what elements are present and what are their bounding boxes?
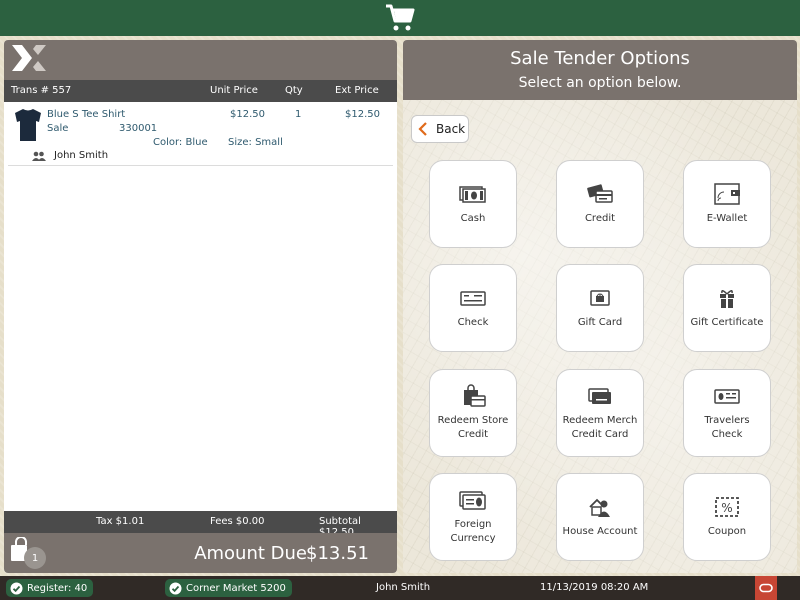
tender-label: Cash [460,213,486,224]
transaction-header [4,40,397,80]
tender-options-panel: Sale Tender Options Select an option bel… [403,40,797,573]
store-credit-icon [464,384,486,407]
tax-total: Tax $1.01 [96,516,145,527]
back-label: Back [436,122,466,136]
tender-gift-certificate-button[interactable]: Gift Certificate [683,264,771,352]
label-line: Currency [450,533,496,544]
item-unit-price: $12.50 [230,109,265,120]
tender-credit-button[interactable]: Credit [556,160,644,248]
check-circle-icon [10,582,23,594]
check-circle-icon [169,582,182,594]
label-line: Redeem Merch [562,415,638,426]
transaction-footer: Tax $1.01 Fees $0.00 Subtotal $12.50 1 A… [4,511,397,573]
customer[interactable]: John Smith [32,150,108,161]
customer-name: John Smith [54,150,109,161]
tender-cash-button[interactable]: Cash [429,160,517,248]
tender-label: Gift Card [577,317,623,328]
tender-label: House Account [562,526,638,537]
tender-foreign-currency-button[interactable]: Foreign Currency [429,473,517,561]
label-line: Credit [457,429,489,440]
item-ext-price: $12.50 [345,109,380,120]
item-name: Blue S Tee Shirt [47,109,126,120]
check-icon [460,291,486,306]
coupon-icon: % [715,497,739,517]
tender-label: Redeem Store Credit [438,414,509,442]
bag-count-badge: 1 [24,547,46,569]
qty-header: Qty [285,85,303,96]
chevron-left-icon [418,122,427,136]
tender-check-button[interactable]: Check [429,264,517,352]
register-status[interactable]: Register: 40 [6,579,94,597]
tshirt-icon [15,109,41,141]
date-time: 11/13/2019 08:20 AM [540,582,649,593]
store-label: Corner Market 5200 [186,582,286,594]
tender-label: E-Wallet [706,213,748,224]
item-type: Sale [47,123,69,134]
tender-redeem-merch-credit-card-button[interactable]: Redeem Merch Credit Card [556,369,644,457]
foreign-currency-icon [459,491,486,510]
store-status[interactable]: Corner Market 5200 [165,579,292,597]
tender-label: Credit [584,213,616,224]
logged-in-user: John Smith [376,582,431,593]
amount-due-bar: 1 Amount Due $13.51 [4,533,397,573]
cash-icon [459,186,486,203]
tender-gift-card-button[interactable]: Gift Card [556,264,644,352]
ewallet-icon [714,183,740,205]
top-bar [0,0,800,36]
unit-price-header: Unit Price [210,85,258,96]
status-bar: Register: 40 Corner Market 5200 John Smi… [0,576,800,600]
item-qty: 1 [295,109,302,120]
trans-number: Trans # 557 [11,85,72,96]
line-item-column-headers: Trans # 557 Unit Price Qty Ext Price [4,80,397,102]
register-label: Register: 40 [27,582,88,594]
tender-label: Coupon [707,526,747,537]
transaction-panel: Trans # 557 Unit Price Qty Ext Price Blu… [4,40,397,573]
back-button[interactable]: Back [411,115,469,143]
house-account-icon [589,498,610,517]
tender-label: Foreign Currency [450,518,495,546]
item-size: Size: Small [228,137,283,148]
travelers-check-icon [714,389,740,404]
page-subtitle: Select an option below. [518,75,682,91]
tender-travelers-check-button[interactable]: Travelers Check [683,369,771,457]
customer-icon [32,151,46,161]
tender-label: Gift Certificate [690,317,764,328]
tender-label: Redeem Merch Credit Card [563,414,638,442]
item-sku: 330001 [119,123,158,134]
fees-total: Fees $0.00 [210,516,265,527]
tender-redeem-store-credit-button[interactable]: Redeem Store Credit [429,369,517,457]
page-title: Sale Tender Options [510,48,690,69]
oracle-logo-icon [759,583,773,593]
tender-coupon-button[interactable]: % Coupon [683,473,771,561]
label-line: Travelers [704,415,750,426]
ext-price-header: Ext Price [335,85,379,96]
label-line: Credit Card [571,429,629,440]
totals-bar: Tax $1.01 Fees $0.00 Subtotal $12.50 [4,511,397,538]
amount-due-value: $13.51 [306,543,369,564]
oracle-menu-button[interactable] [755,576,777,600]
line-item[interactable]: Blue S Tee Shirt Sale 330001 Color: Blue… [8,102,393,166]
tender-ewallet-button[interactable]: E-Wallet [683,160,771,248]
amount-due-label: Amount Due [194,543,307,564]
label-line: Foreign [454,519,492,530]
item-color: Color: Blue [153,137,208,148]
label-line: Redeem Store [437,415,509,426]
credit-card-icon [587,184,613,203]
tender-house-account-button[interactable]: House Account [556,473,644,561]
shopping-cart-icon [386,4,415,31]
gift-icon [720,290,734,308]
tender-header: Sale Tender Options Select an option bel… [403,40,797,100]
tender-label: Travelers Check [704,414,749,442]
tender-label: Check [457,317,489,328]
x-logo-icon [12,45,46,75]
merch-card-icon [588,388,611,404]
gift-card-icon [590,290,610,306]
label-line: Check [711,429,743,440]
svg-text:%: % [721,501,732,515]
